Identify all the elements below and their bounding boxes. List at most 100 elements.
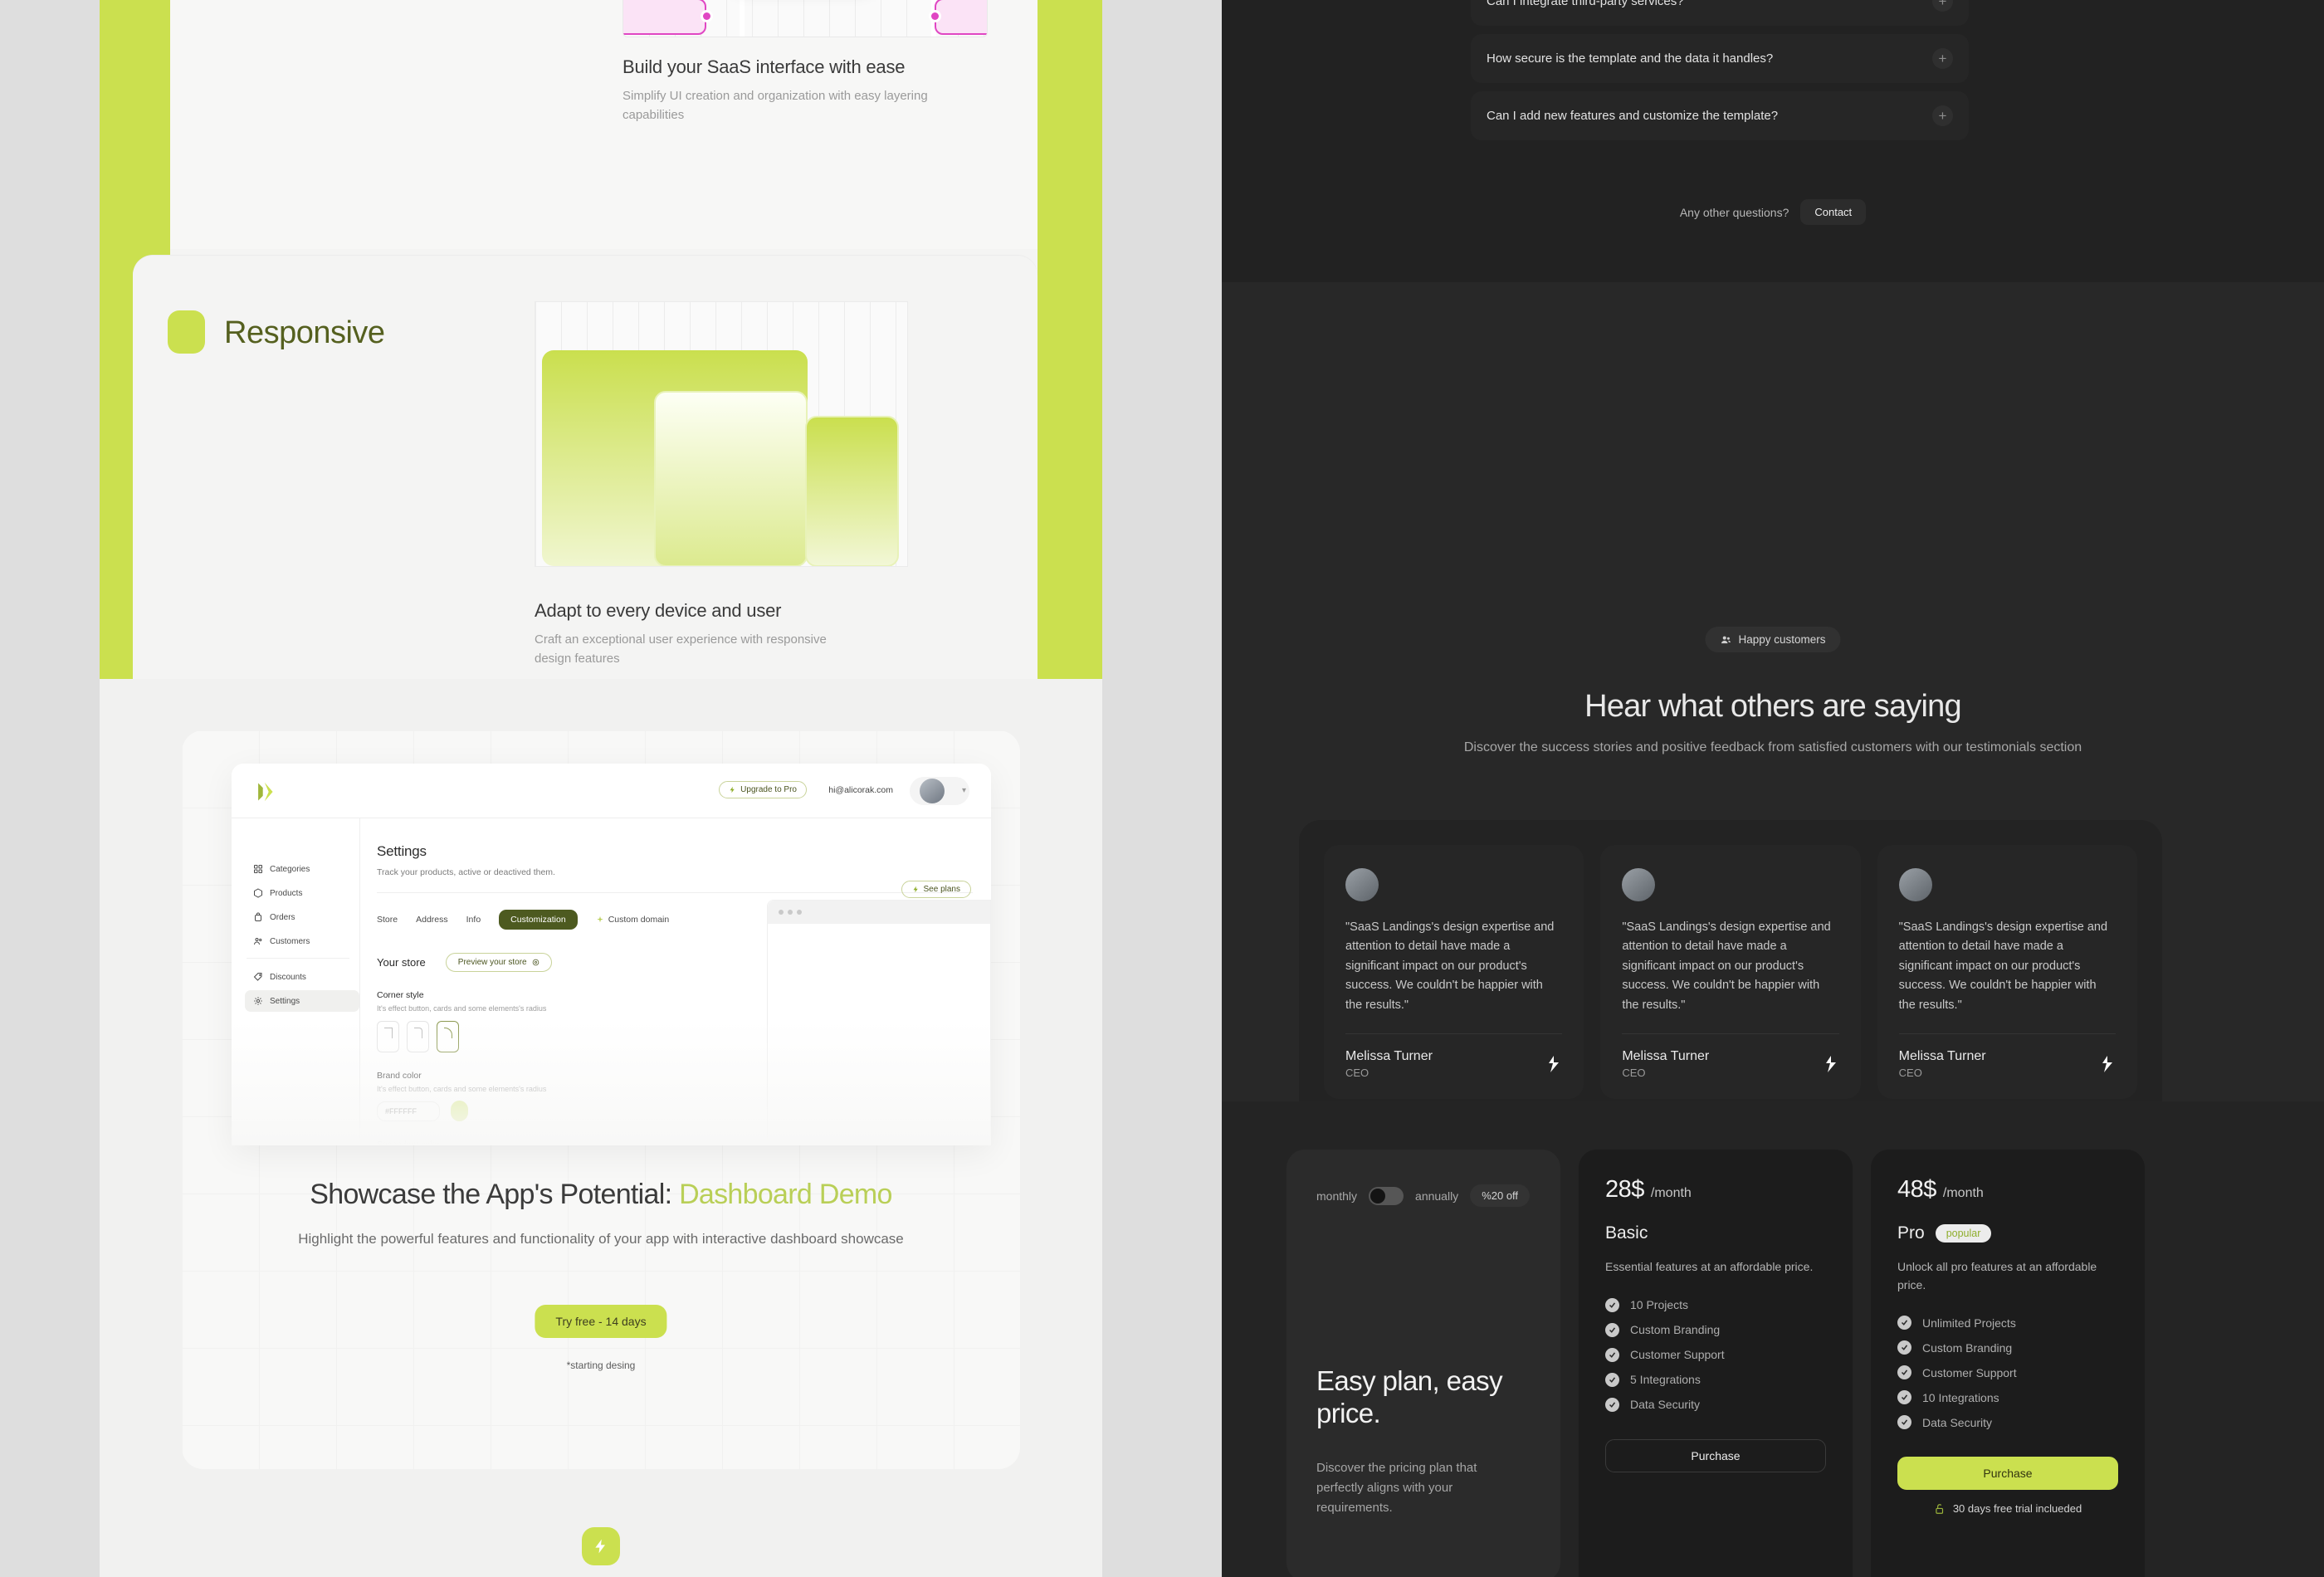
see-plans-label: See plans — [923, 885, 960, 894]
layer-handle-pink-1 — [703, 12, 710, 20]
pricing-subtitle: Discover the pricing plan that perfectly… — [1316, 1461, 1477, 1515]
sidebar-item-orders[interactable]: Orders — [245, 906, 359, 928]
contact-button[interactable]: Contact — [1800, 199, 1867, 225]
plan-feature: 10 Integrations — [1897, 1390, 2118, 1405]
faq-item[interactable]: Can I integrate third-party services? + — [1471, 0, 1969, 26]
showcase-title-plain: Showcase the App's Potential: — [310, 1179, 680, 1210]
tab-store[interactable]: Store — [377, 915, 398, 925]
divider — [1622, 1033, 1839, 1035]
lightning-bolt-icon — [730, 786, 735, 793]
window-dot — [797, 910, 802, 915]
floating-action-button[interactable] — [582, 1527, 620, 1565]
testimonial-author: Melissa Turner — [1622, 1049, 1710, 1064]
sidebar-item-settings[interactable]: Settings — [245, 990, 359, 1012]
left-light-panel: Happy customers Build your SaaS interfac… — [0, 0, 1222, 1577]
happy-customers-chip-label: Happy customers — [1738, 633, 1826, 646]
plan-description: Unlock all pro features at an affordable… — [1897, 1260, 2097, 1291]
tab-custom-domain[interactable]: Custom domain — [596, 915, 669, 925]
lightning-bolt-icon — [913, 886, 918, 893]
purchase-button-basic[interactable]: Purchase — [1605, 1438, 1826, 1472]
mock-topbar: Upgrade to Pro hi@alicorak.com ▾ — [232, 764, 991, 818]
divider — [1898, 1033, 2116, 1035]
faq-item[interactable]: Can I add new features and customize the… — [1471, 91, 1969, 140]
avatar — [920, 779, 945, 803]
layer-handle-pink-2 — [931, 12, 939, 20]
check-icon — [1897, 1415, 1911, 1430]
toggle-annually-label[interactable]: annually — [1415, 1189, 1458, 1203]
plan-feature: 5 Integrations — [1605, 1372, 1826, 1387]
preview-store-button[interactable]: Preview your store — [445, 953, 552, 972]
testimonial-author: Melissa Turner — [1345, 1049, 1433, 1064]
plan-price: 48$ — [1897, 1176, 1936, 1203]
sidebar-item-products[interactable]: Products — [245, 882, 359, 904]
green-accent-bar-right — [1038, 0, 1102, 679]
testimonial-role: CEO — [1622, 1067, 1646, 1080]
settings-page-title: Settings — [377, 843, 427, 859]
trial-note-label: 30 days free trial inclueded — [1952, 1502, 2082, 1516]
tab-address[interactable]: Address — [416, 915, 448, 925]
sidebar-label: Settings — [270, 996, 300, 1006]
faq-footer: Any other questions? Contact — [1222, 199, 2324, 225]
layers-illustration: Happy customers — [622, 0, 988, 37]
tab-customization[interactable]: Customization — [499, 910, 578, 930]
plan-period: /month — [1942, 1186, 1984, 1200]
try-free-button[interactable]: Try free - 14 days — [535, 1305, 667, 1338]
check-icon — [1605, 1322, 1619, 1337]
faq-list: Can I integrate third-party services? + … — [1471, 0, 1969, 149]
brand-mark-icon — [2102, 1056, 2112, 1073]
pricing-section: monthly annually %20 off Easy plan, easy… — [1222, 1101, 2324, 1577]
tag-icon — [253, 973, 262, 981]
sidebar-label: Products — [270, 888, 303, 898]
avatar — [1345, 868, 1379, 901]
plus-icon[interactable]: + — [1932, 48, 1953, 69]
plus-icon[interactable]: + — [1932, 0, 1953, 12]
right-dark-panel: Can I integrate third-party services? + … — [1222, 0, 2324, 1577]
users-icon — [1721, 636, 1731, 643]
faq-item[interactable]: How secure is the template and the data … — [1471, 34, 1969, 83]
check-icon — [1605, 1397, 1619, 1412]
testimonial-card: "SaaS Landings's design expertise and at… — [1877, 845, 2137, 1100]
testimonial-quote: "SaaS Landings's design expertise and at… — [1622, 920, 1831, 1012]
sidebar-label: Customers — [270, 936, 310, 946]
box-icon — [254, 888, 262, 898]
testimonial-role: CEO — [1345, 1067, 1370, 1080]
trial-note: 30 days free trial inclueded — [1897, 1502, 2118, 1515]
plus-icon[interactable]: + — [1932, 105, 1953, 126]
purchase-button-pro[interactable]: Purchase — [1897, 1457, 2118, 1491]
billing-toggle-switch[interactable] — [1369, 1186, 1404, 1205]
faq-footer-text: Any other questions? — [1679, 205, 1789, 219]
showcase-title: Showcase the App's Potential: Dashboard … — [182, 1179, 1020, 1211]
plan-feature-label: 10 Integrations — [1922, 1390, 1999, 1404]
sidebar-item-customers[interactable]: Customers — [245, 930, 359, 952]
sidebar-item-discounts[interactable]: Discounts — [245, 966, 359, 988]
toggle-knob — [1370, 1188, 1386, 1204]
sidebar-item-categories[interactable]: Categories — [245, 858, 359, 880]
sidebar-label: Categories — [270, 864, 310, 874]
toggle-monthly-label[interactable]: monthly — [1316, 1189, 1357, 1203]
avatar — [1622, 868, 1656, 901]
plan-feature-label: Data Security — [1922, 1415, 1993, 1429]
pricing-card-pro: 48$ /month Pro popular Unlock all pro fea… — [1871, 1150, 2145, 1577]
brand-mark-icon — [1549, 1056, 1560, 1073]
chevron-down-icon[interactable]: ▾ — [962, 786, 966, 795]
faq-question: Can I add new features and customize the… — [1487, 109, 1779, 123]
settings-page-desc: Track your products, active or deactived… — [377, 867, 555, 877]
eye-icon — [532, 959, 539, 966]
testimonial-author: Melissa Turner — [1898, 1049, 1986, 1064]
tab-info[interactable]: Info — [466, 915, 481, 925]
plan-feature: 10 Projects — [1605, 1297, 1826, 1312]
plan-period: /month — [1650, 1186, 1692, 1200]
see-plans-button[interactable]: See plans — [901, 881, 971, 898]
pricing-cards: monthly annually %20 off Easy plan, easy… — [1286, 1150, 2145, 1577]
showcase-title-accent: Dashboard Demo — [679, 1179, 892, 1210]
grid-divider — [740, 0, 745, 37]
plan-features: Unlimited Projects Custom Branding Custo… — [1897, 1316, 2118, 1430]
faq-question: Can I integrate third-party services? — [1487, 0, 1684, 8]
layer-bar-pink-left — [623, 0, 706, 35]
brand-logo-icon — [258, 782, 273, 802]
upgrade-to-pro-button[interactable]: Upgrade to Pro — [719, 781, 807, 798]
pricing-card-basic: 28$ /month Basic Essential features at an… — [1579, 1150, 1853, 1577]
account-email: hi@alicorak.com — [828, 785, 893, 795]
testimonial-role: CEO — [1898, 1067, 1922, 1080]
plan-name: Basic — [1605, 1223, 1648, 1243]
